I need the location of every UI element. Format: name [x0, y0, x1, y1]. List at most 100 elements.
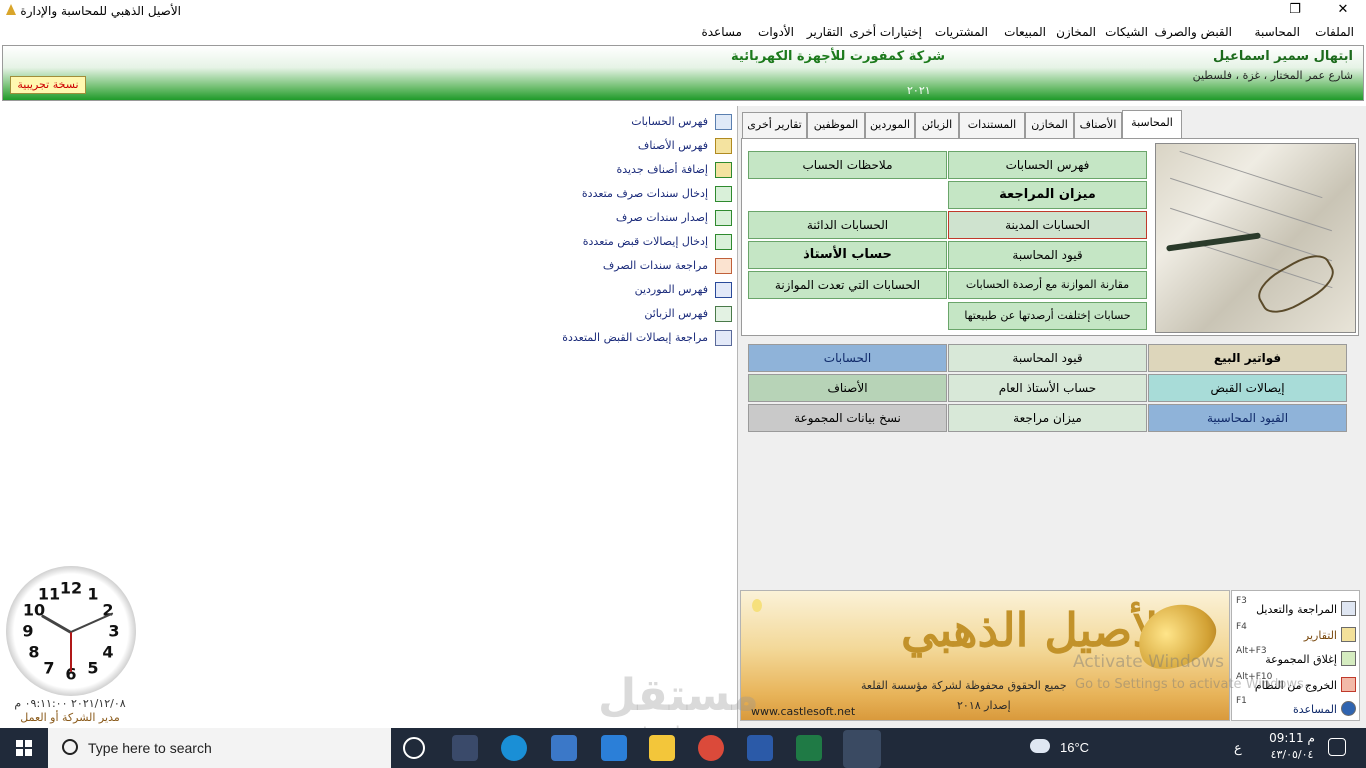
task-view-icon[interactable] [452, 735, 478, 761]
menu-stores[interactable]: المخازن [1056, 25, 1096, 39]
review-vouchers-icon [715, 258, 732, 274]
menu-other-options[interactable]: إختيارات أخرى [849, 25, 922, 39]
review-edit-item[interactable]: F3 المراجعة والتعديل [1232, 596, 1359, 620]
search-icon [62, 739, 78, 755]
website-link[interactable]: www.castlesoft.net [751, 705, 855, 718]
abnormal-balances-button[interactable]: حسابات إختلفت أرصدتها عن طبيعتها [948, 302, 1147, 330]
copy-group-data-button[interactable]: نسخ بيانات المجموعة [748, 404, 947, 432]
help-item[interactable]: F1 المساعدة [1232, 696, 1359, 720]
analog-clock: 12 1 2 3 4 5 6 7 8 9 10 11 [6, 566, 136, 696]
tab-items[interactable]: الأصناف [1074, 112, 1122, 138]
tab-accounting[interactable]: المحاسبة [1122, 110, 1182, 138]
app-taskbar-icon[interactable] [843, 730, 881, 768]
taskbar: Type here to search 16°C ع 09:11 م ٤٣/٠٥… [0, 728, 1366, 768]
accounts-index-button[interactable]: فهرس الحسابات [948, 151, 1147, 179]
close-button[interactable]: ✕ [1320, 0, 1366, 22]
taskbar-date[interactable]: ٤٣/٠٥/٠٤ [1262, 748, 1322, 761]
close-group-icon [1341, 651, 1356, 666]
clock-number: 1 [87, 584, 99, 604]
tab-documents[interactable]: المستندات [959, 112, 1025, 138]
weather-icon [1030, 739, 1050, 753]
function-key-panel: F3 المراجعة والتعديل F4 التقارير Alt+F3 … [1231, 590, 1360, 721]
tab-bar: المحاسبة الأصناف المخازن المستندات الزبا… [740, 110, 1360, 138]
windows-start-icon[interactable] [0, 728, 48, 768]
edge-icon[interactable] [501, 735, 527, 761]
chrome-icon[interactable] [698, 735, 724, 761]
store-icon[interactable] [551, 735, 577, 761]
accounts-button[interactable]: الحسابات [748, 344, 947, 372]
fkey-label: Alt+F3 [1236, 646, 1267, 656]
fkey-text: المراجعة والتعديل [1256, 603, 1337, 616]
activate-windows-subtitle: Go to Settings to activate Windows. [1075, 677, 1308, 692]
tab-suppliers[interactable]: الموردين [865, 112, 915, 138]
journal-button[interactable]: قيود المحاسبة [948, 344, 1147, 372]
trial-balance-button[interactable]: ميزان المراجعة [948, 181, 1147, 209]
journal-entries-button[interactable]: قيود المحاسبة [948, 241, 1147, 269]
reports-item[interactable]: F4 التقارير [1232, 622, 1359, 646]
mail-icon[interactable] [601, 735, 627, 761]
credit-accounts-button[interactable]: الحسابات الدائنة [748, 211, 947, 239]
clock-number: 7 [43, 658, 55, 678]
general-ledger-button[interactable]: حساب الأستاذ العام [948, 374, 1147, 402]
items-button[interactable]: الأصناف [748, 374, 947, 402]
taskbar-time[interactable]: 09:11 م [1262, 731, 1322, 745]
menu-help[interactable]: مساعدة [701, 25, 742, 39]
fkey-label: F4 [1236, 622, 1247, 632]
notifications-icon[interactable] [1328, 738, 1346, 756]
sales-invoices-button[interactable]: فواتير البيع [1148, 344, 1347, 372]
menu-purchases[interactable]: المشتريات [935, 25, 988, 39]
tab-customers[interactable]: الزبائن [915, 112, 959, 138]
version-text: إصدار ٢٠١٨ [957, 699, 1011, 712]
shortcut-label: فهرس الحسابات [631, 115, 708, 128]
fiscal-year: ٢٠٢١ [907, 84, 931, 97]
word-icon[interactable] [747, 735, 773, 761]
close-group-item[interactable]: Alt+F3 إغلاق المجموعة [1232, 646, 1359, 670]
help-icon [1341, 701, 1356, 716]
trial-version-badge[interactable]: نسخة تجريبية [10, 76, 86, 94]
restore-button[interactable]: ❐ [1272, 0, 1318, 22]
window-title: الأصيل الذهبي للمحاسبة والإدارة [20, 4, 181, 18]
user-name: ابتهال سمير اسماعيل [1213, 49, 1353, 64]
file-explorer-icon[interactable] [649, 735, 675, 761]
clock-caption: مدير الشركة أو العمل [20, 711, 120, 724]
fkey-text: إغلاق المجموعة [1265, 653, 1337, 666]
company-address: شارع عمر المختار ، غزة ، فلسطين [1192, 69, 1353, 82]
items-index-icon [715, 138, 732, 154]
suppliers-icon [715, 282, 732, 298]
company-name: شركة كمفورت للأجهزة الكهربائية [731, 49, 946, 64]
debit-accounts-button[interactable]: الحسابات المدينة [948, 211, 1147, 239]
temperature[interactable]: 16°C [1060, 740, 1089, 755]
excel-icon[interactable] [796, 735, 822, 761]
receipts-button[interactable]: إيصالات القبض [1148, 374, 1347, 402]
budget-compare-button[interactable]: مقارنة الموازنة مع أرصدة الحسابات [948, 271, 1147, 299]
customers-icon [715, 306, 732, 322]
accounting-entries-button[interactable]: القيود المحاسبية [1148, 404, 1347, 432]
bulb-icon [752, 599, 762, 612]
trial-balance-quick-button[interactable]: ميزان مراجعة [948, 404, 1147, 432]
cortana-icon[interactable] [403, 737, 425, 759]
review-receipts-icon [715, 330, 732, 346]
tab-stores[interactable]: المخازن [1025, 112, 1074, 138]
ledger-button[interactable]: حساب الأستاذ [748, 241, 947, 269]
activate-windows-title: Activate Windows [1073, 652, 1224, 672]
shortcut-label: إدخال إيصالات قبض متعددة [582, 235, 708, 248]
menu-sales[interactable]: المبيعات [1004, 25, 1046, 39]
menu-files[interactable]: الملفات [1315, 25, 1354, 39]
tab-other-reports[interactable]: تقارير أخرى [742, 112, 807, 138]
receipts-icon [715, 234, 732, 250]
power-icon [1341, 677, 1356, 692]
menu-tools[interactable]: الأدوات [758, 25, 794, 39]
accounts-index-icon [715, 114, 732, 130]
language-indicator[interactable]: ع [1234, 740, 1242, 756]
account-notes-button[interactable]: ملاحظات الحساب [748, 151, 947, 179]
taskbar-search[interactable]: Type here to search [48, 728, 391, 768]
menu-cheques[interactable]: الشيكات [1105, 25, 1148, 39]
clock-datetime: ٢٠٢١/١٢/٠٨ ٠٩:١١:٠٠ م [14, 697, 126, 710]
tab-employees[interactable]: الموظفين [807, 112, 865, 138]
menu-accounting[interactable]: المحاسبة [1255, 25, 1300, 39]
menu-receipts-payments[interactable]: القبض والصرف [1155, 25, 1232, 39]
over-budget-button[interactable]: الحسابات التي تعدت الموازنة [748, 271, 947, 299]
shortcut-label: إضافة أصناف جديدة [616, 163, 708, 176]
shortcut-label: مراجعة سندات الصرف [602, 259, 708, 272]
menu-reports[interactable]: التقارير [807, 25, 843, 39]
